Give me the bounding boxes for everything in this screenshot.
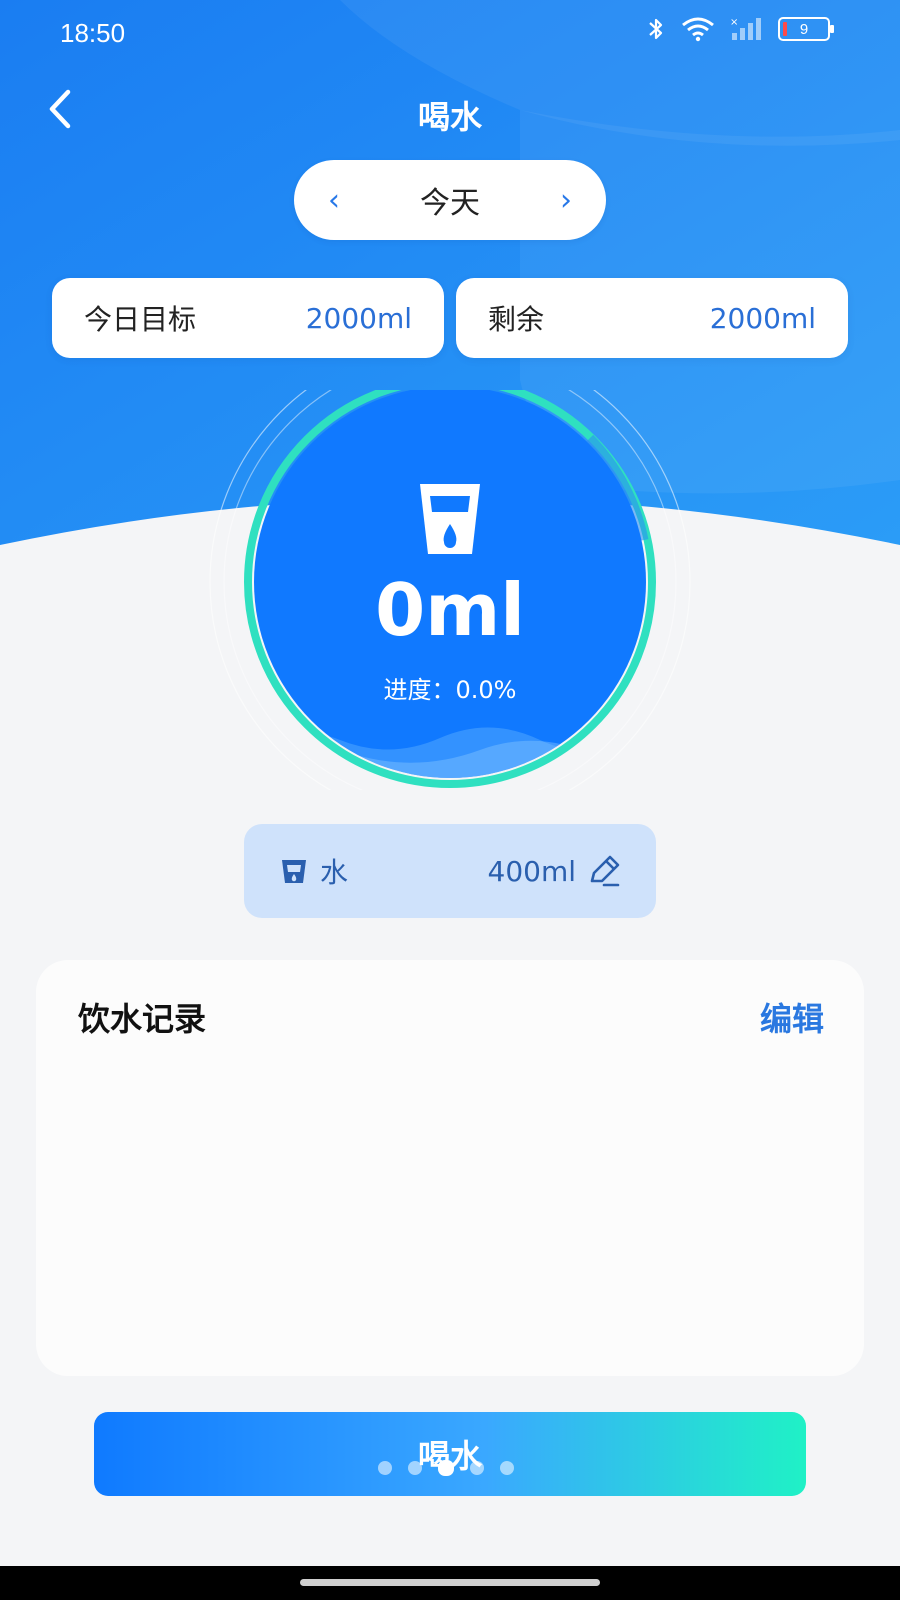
page-indicator (378, 1460, 514, 1476)
water-cup-icon (420, 484, 480, 554)
prev-day-button[interactable]: ‹ (320, 183, 348, 218)
drink-type-chip[interactable]: 水 400ml (244, 824, 656, 918)
page-title: 喝水 (417, 98, 482, 136)
drink-name: 水 (320, 856, 349, 889)
progress-text: 进度：0.0% (383, 676, 517, 704)
battery-level: 9 (799, 20, 809, 38)
goal-value: 2000ml (305, 301, 412, 335)
next-day-button[interactable]: › (552, 183, 580, 218)
wifi-icon (682, 17, 714, 42)
page-dot (470, 1461, 484, 1475)
battery-icon: 9 (778, 17, 834, 41)
home-indicator[interactable] (300, 1579, 600, 1586)
records-edit-button[interactable]: 编辑 (760, 994, 824, 1040)
date-selector: ‹ 今天 › (294, 160, 606, 240)
page-dot (500, 1461, 514, 1475)
bluetooth-icon (649, 18, 663, 40)
pencil-icon[interactable] (586, 853, 622, 889)
page-dot-active (438, 1460, 454, 1476)
goal-label: 今日目标 (84, 303, 197, 336)
remaining-label: 剩余 (488, 303, 545, 336)
remaining-card: 剩余 2000ml (456, 278, 848, 358)
status-bar: 18:50 × 9 (0, 0, 900, 64)
drink-button[interactable]: 喝水 (94, 1412, 806, 1496)
goal-card[interactable]: 今日目标 2000ml (52, 278, 444, 358)
records-title: 饮水记录 (78, 1000, 207, 1038)
signal-icon: × (730, 17, 761, 40)
intake-amount: 0ml (375, 568, 525, 652)
drink-records-card: 饮水记录 编辑 (36, 960, 864, 1376)
remaining-value: 2000ml (709, 301, 816, 335)
date-label: 今天 (420, 186, 480, 221)
svg-text:×: × (730, 17, 738, 28)
status-icons: × 9 (646, 16, 834, 42)
page-dot (408, 1461, 422, 1475)
status-time: 18:50 (60, 18, 126, 48)
cup-icon (282, 860, 306, 883)
drink-amount: 400ml (487, 854, 577, 888)
page-dot (378, 1461, 392, 1475)
